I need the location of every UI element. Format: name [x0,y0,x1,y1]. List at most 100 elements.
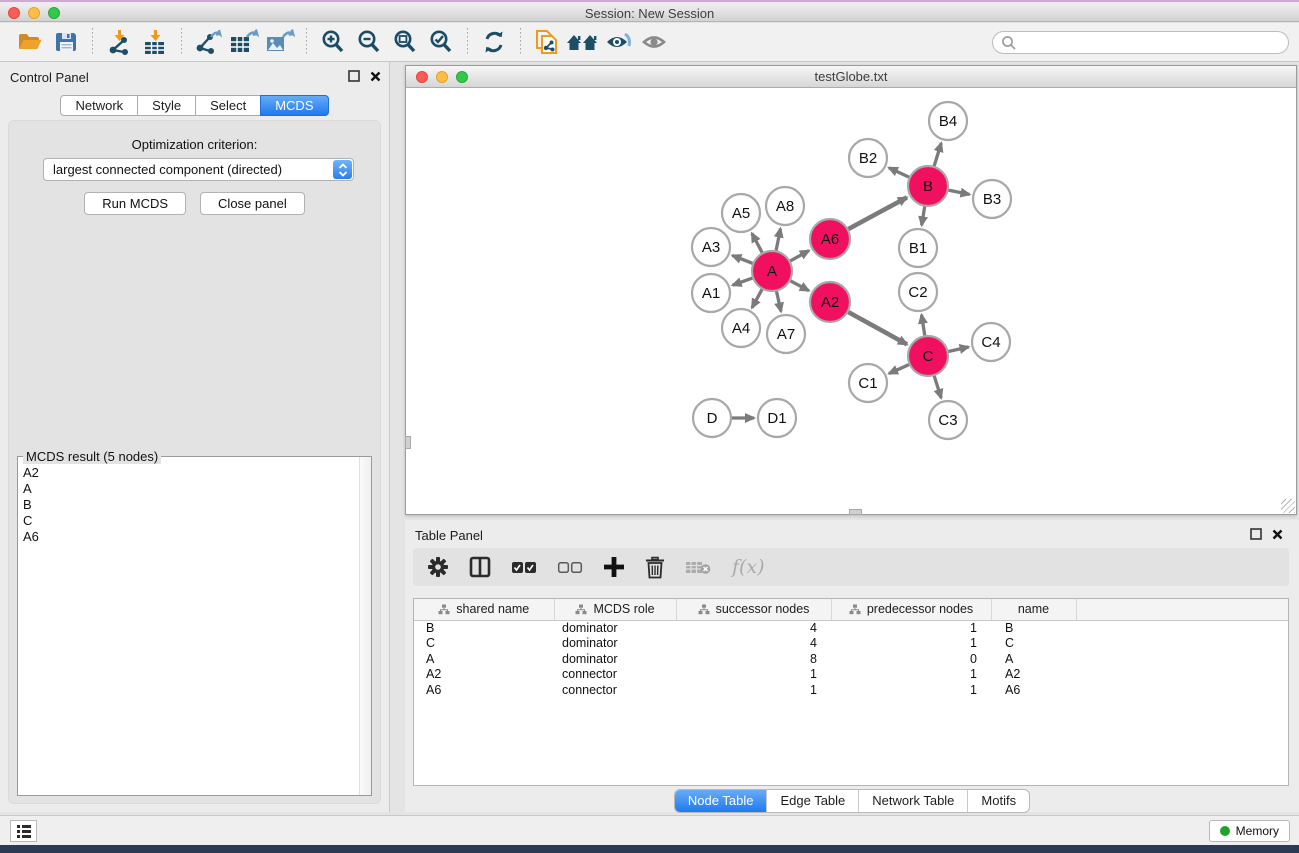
node-C4[interactable]: C4 [972,323,1010,361]
zoom-out-button[interactable] [351,26,387,58]
frame-bottom-grip[interactable] [849,509,862,515]
node-B3[interactable]: B3 [973,180,1011,218]
hide-selected-button[interactable] [601,26,637,58]
run-mcds-button[interactable]: Run MCDS [84,192,186,215]
column-header-shared-name[interactable]: shared name [414,599,554,620]
unselect-all-checkboxes-icon[interactable] [557,559,583,575]
tab-edge-table[interactable]: Edge Table [766,790,858,812]
cell-name[interactable]: B [991,620,1076,636]
table-row[interactable]: Cdominator41C [414,636,1288,652]
cell-successor-nodes[interactable]: 4 [676,636,831,652]
node-B2[interactable]: B2 [849,139,887,177]
cell-shared-name[interactable]: A2 [414,667,554,683]
cell-mcds-role[interactable]: connector [554,667,676,683]
table-row[interactable]: A2connector11A2 [414,667,1288,683]
node-A[interactable]: A [752,251,792,291]
import-network-button[interactable] [101,26,137,58]
select-all-checkboxes-icon[interactable] [511,559,537,575]
node-C1[interactable]: C1 [849,364,887,402]
tab-node-table[interactable]: Node Table [675,790,767,812]
add-column-icon[interactable] [603,556,625,578]
node-B4[interactable]: B4 [929,102,967,140]
show-all-button[interactable] [637,26,673,58]
new-network-from-selection-button[interactable] [529,26,565,58]
zoom-in-button[interactable] [315,26,351,58]
cell-predecessor-nodes[interactable]: 1 [831,667,991,683]
node-A6[interactable]: A6 [810,219,850,259]
result-list-scrollbar[interactable] [359,457,371,795]
cell-successor-nodes[interactable]: 1 [676,682,831,698]
node-A8[interactable]: A8 [766,187,804,225]
node-A3[interactable]: A3 [692,228,730,266]
cell-successor-nodes[interactable]: 8 [676,651,831,667]
node-A5[interactable]: A5 [722,194,760,232]
cell-shared-name[interactable]: C [414,636,554,652]
result-item[interactable]: A2 [23,465,354,481]
zoom-fit-button[interactable] [387,26,423,58]
network-canvas[interactable]: B4B2BB3B1A5A8A6A3AA1C2A2A4A7CC4C1C3DD1 [406,88,1296,514]
close-panel-icon[interactable] [370,71,381,82]
search-input[interactable] [1017,33,1288,52]
node-A2[interactable]: A2 [810,282,850,322]
result-item[interactable]: A6 [23,529,354,545]
export-image-button[interactable] [262,26,298,58]
column-header-successor-nodes[interactable]: successor nodes [676,599,831,620]
delete-columns-trash-icon[interactable] [645,556,665,579]
table-row[interactable]: A6connector11A6 [414,682,1288,698]
cell-shared-name[interactable]: A6 [414,682,554,698]
column-header-name[interactable]: name [991,599,1076,620]
table-settings-gear-icon[interactable] [427,556,449,578]
node-B[interactable]: B [908,166,948,206]
table-row[interactable]: Bdominator41B [414,620,1288,636]
first-neighbors-button[interactable] [565,26,601,58]
cell-predecessor-nodes[interactable]: 1 [831,682,991,698]
cell-predecessor-nodes[interactable]: 1 [831,636,991,652]
table-row[interactable]: Adominator80A [414,651,1288,667]
tab-network[interactable]: Network [60,95,138,116]
cell-name[interactable]: A2 [991,667,1076,683]
cell-name[interactable]: A [991,651,1076,667]
memory-button[interactable]: Memory [1209,820,1290,842]
import-table-button[interactable] [137,26,173,58]
cell-successor-nodes[interactable]: 1 [676,667,831,683]
result-item[interactable]: B [23,497,354,513]
column-header-mcds-role[interactable]: MCDS role [554,599,676,620]
cell-shared-name[interactable]: B [414,620,554,636]
open-file-button[interactable] [12,26,48,58]
cell-mcds-role[interactable]: dominator [554,651,676,667]
float-table-panel-icon[interactable] [1250,528,1262,540]
node-D[interactable]: D [693,399,731,437]
close-panel-button[interactable]: Close panel [200,192,305,215]
result-item[interactable]: C [23,513,354,529]
export-network-button[interactable] [190,26,226,58]
close-table-panel-icon[interactable] [1272,529,1283,540]
cell-name[interactable]: C [991,636,1076,652]
node-C3[interactable]: C3 [929,401,967,439]
export-table-button[interactable] [226,26,262,58]
cell-successor-nodes[interactable]: 4 [676,620,831,636]
node-B1[interactable]: B1 [899,229,937,267]
cell-predecessor-nodes[interactable]: 1 [831,620,991,636]
cell-mcds-role[interactable]: connector [554,682,676,698]
apply-layout-refresh-button[interactable] [476,26,512,58]
tab-motifs[interactable]: Motifs [967,790,1029,812]
node-A4[interactable]: A4 [722,309,760,347]
float-panel-icon[interactable] [348,70,360,82]
cell-name[interactable]: A6 [991,682,1076,698]
tab-select[interactable]: Select [195,95,261,116]
zoom-selected-button[interactable] [423,26,459,58]
node-C[interactable]: C [908,336,948,376]
cell-mcds-role[interactable]: dominator [554,620,676,636]
column-header-predecessor-nodes[interactable]: predecessor nodes [831,599,991,620]
cell-shared-name[interactable]: A [414,651,554,667]
optimization-criterion-dropdown[interactable]: largest connected component (directed) [43,158,354,181]
cell-mcds-role[interactable]: dominator [554,636,676,652]
tab-mcds[interactable]: MCDS [260,95,328,116]
node-D1[interactable]: D1 [758,399,796,437]
save-session-button[interactable] [48,26,84,58]
frame-resize-grip[interactable] [1281,499,1295,513]
cell-predecessor-nodes[interactable]: 0 [831,651,991,667]
frame-left-grip[interactable] [405,436,411,449]
task-history-button[interactable] [10,820,37,842]
node-A1[interactable]: A1 [692,274,730,312]
